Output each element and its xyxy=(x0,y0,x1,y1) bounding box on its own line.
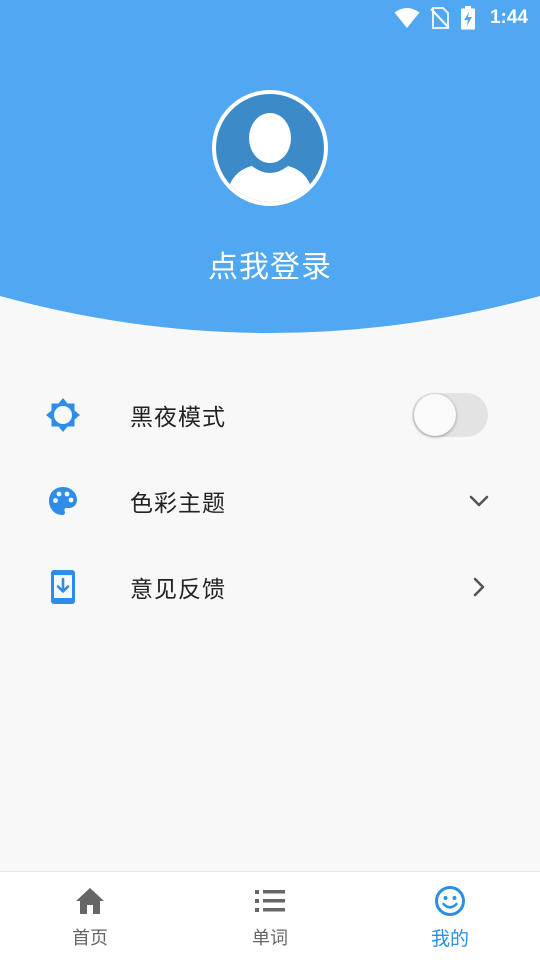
nav-label: 我的 xyxy=(430,928,469,950)
menu-item-night-mode[interactable]: 黑夜模式 xyxy=(0,372,540,458)
list-icon xyxy=(255,884,285,918)
menu-item-label: 黑夜模式 xyxy=(130,405,226,431)
status-time: 1:44 xyxy=(489,7,528,28)
night-mode-toggle[interactable] xyxy=(412,393,488,437)
status-bar: 1:44 xyxy=(0,0,540,36)
battery-charging-icon xyxy=(460,6,476,30)
nav-item-words[interactable]: 单词 xyxy=(180,872,360,960)
avatar[interactable] xyxy=(212,90,328,206)
nav-item-mine[interactable]: 我的 xyxy=(360,872,540,960)
chevron-down-icon[interactable] xyxy=(468,494,490,508)
menu-item-label: 色彩主题 xyxy=(130,491,226,517)
nav-label: 首页 xyxy=(72,928,108,949)
wifi-icon xyxy=(394,7,420,29)
menu-item-color-theme[interactable]: 色彩主题 xyxy=(0,458,540,544)
phone-download-icon xyxy=(44,568,82,606)
home-icon xyxy=(75,884,105,918)
profile-screen: 1:44 点我登录 黑夜模式 色彩主题 意见反馈 首页 单词 我的 xyxy=(0,0,540,960)
smiley-icon xyxy=(434,884,466,918)
settings-menu: 黑夜模式 色彩主题 意见反馈 xyxy=(0,372,540,630)
menu-item-feedback[interactable]: 意见反馈 xyxy=(0,544,540,630)
palette-icon xyxy=(44,482,82,520)
brightness-icon xyxy=(44,396,82,434)
chevron-right-icon[interactable] xyxy=(472,576,486,598)
nav-label: 单词 xyxy=(252,928,288,949)
menu-item-label: 意见反馈 xyxy=(130,577,226,603)
bottom-nav: 首页 单词 我的 xyxy=(0,871,540,960)
user-silhouette-icon xyxy=(216,94,324,202)
toggle-knob xyxy=(414,394,456,436)
login-prompt[interactable]: 点我登录 xyxy=(0,242,540,286)
no-sim-icon xyxy=(430,7,450,29)
nav-item-home[interactable]: 首页 xyxy=(0,872,180,960)
